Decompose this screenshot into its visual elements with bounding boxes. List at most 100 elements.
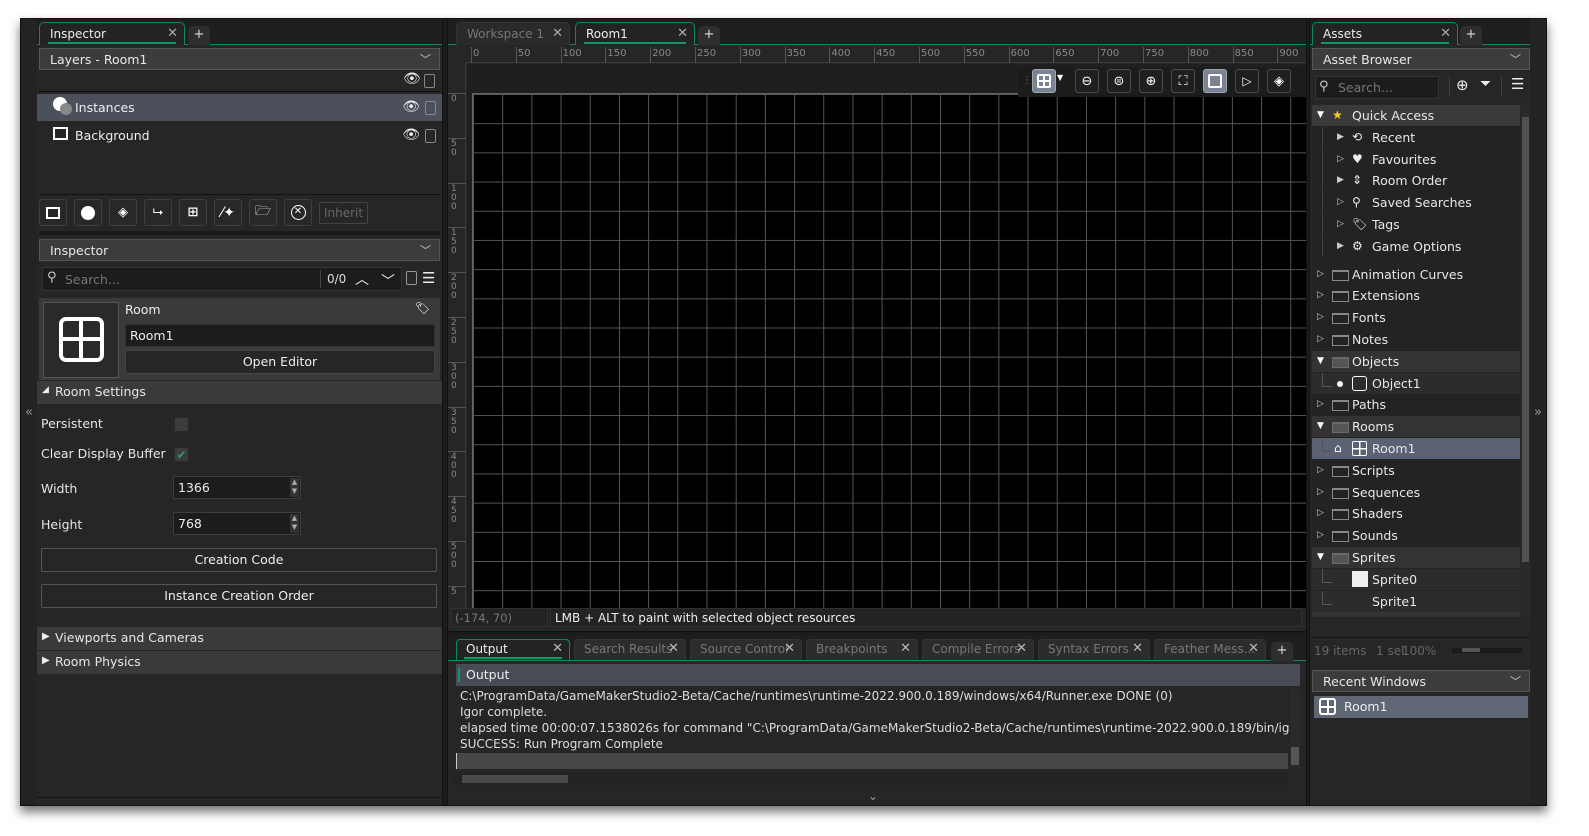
output-input-line[interactable] (456, 753, 1288, 769)
play-button[interactable]: ▷ (1235, 69, 1259, 93)
add-effect-layer-button[interactable]: ⁄✦ (214, 199, 242, 226)
grid-options-icon[interactable]: ▼ (1057, 73, 1063, 82)
tree-group[interactable]: ▷ Extensions (1312, 285, 1520, 306)
tag-icon[interactable]: 🏷 (415, 301, 430, 315)
tree-group[interactable]: ▷ Fonts (1312, 307, 1520, 328)
tree-group-quick-access[interactable]: ▼ ★ Quick Access (1312, 105, 1520, 126)
output-tab[interactable]: Syntax Errors ✕ (1038, 639, 1150, 660)
expand-arrow-icon[interactable]: ▷ (1317, 329, 1324, 350)
fit-view-button[interactable]: ⛶ (1171, 69, 1195, 93)
viewports-cameras-header[interactable]: ▶ Viewports and Cameras (37, 627, 442, 650)
output-tab[interactable]: Breakpoints ✕ (806, 639, 918, 660)
close-icon[interactable]: ✕ (784, 641, 795, 656)
close-icon[interactable]: ✕ (552, 641, 563, 656)
tab-room1[interactable]: Room1 ✕ (575, 22, 695, 45)
width-stepper[interactable]: ▲ ▼ (290, 478, 299, 497)
expand-arrow-icon[interactable]: ▼ (1317, 416, 1324, 437)
grid-toggle-button[interactable] (1032, 69, 1056, 93)
zoom-out-button[interactable]: ⊖ (1075, 69, 1099, 93)
inspector-search-input[interactable] (65, 270, 315, 288)
tree-group[interactable]: ▷ Notes (1312, 329, 1520, 350)
expand-arrow-icon[interactable]: ▷ (1317, 482, 1324, 503)
tree-item-asset[interactable]: Sprite1 (1312, 590, 1520, 612)
tree-item-quick-access[interactable]: ▷ ⚲ Saved Searches (1312, 192, 1520, 214)
room-name-input[interactable] (125, 324, 435, 347)
layers-button[interactable]: ◈ (1267, 69, 1291, 93)
menu-icon[interactable]: ☰ (422, 269, 435, 287)
tree-group[interactable]: ▼ Sprites (1312, 547, 1520, 568)
tree-group[interactable]: ▷ Scripts (1312, 460, 1520, 481)
tree-item-quick-access[interactable]: ▶ ⇕ Room Order (1312, 170, 1520, 192)
eye-icon[interactable]: 👁 (402, 122, 420, 149)
inspector-dropdown[interactable]: Inspector ﹀ (39, 239, 440, 261)
expand-arrow-icon[interactable]: ▼ (1317, 612, 1324, 617)
output-tab[interactable]: Output ✕ (456, 639, 570, 660)
previous-match-icon[interactable]: ︿ (355, 269, 369, 289)
tree-item-asset[interactable]: Sprite0 (1312, 568, 1520, 590)
inherit-button[interactable]: Inherit (319, 202, 368, 224)
eye-icon[interactable]: 👁 (402, 94, 420, 121)
lock-icon[interactable] (424, 74, 435, 88)
filter-icon[interactable]: ⏷ (1480, 76, 1491, 92)
lock-icon[interactable] (406, 271, 417, 285)
expand-arrow-icon[interactable]: ▷ (1317, 460, 1324, 481)
tree-item-asset[interactable]: ⌂ Room1 (1312, 438, 1520, 459)
asset-search-input[interactable] (1338, 79, 1436, 96)
eye-icon[interactable]: 👁 (403, 71, 421, 87)
output-tab[interactable]: Feather Mess... ✕ (1154, 639, 1266, 660)
collapse-left-panel-button[interactable]: « (21, 19, 37, 805)
creation-code-button[interactable]: Creation Code (41, 548, 437, 572)
add-tab-button[interactable]: + (1271, 642, 1293, 661)
tree-item-quick-access[interactable]: ▶ ⚙ Game Options (1312, 235, 1520, 257)
delete-layer-button[interactable]: ✕ (284, 199, 312, 226)
expand-arrow-icon[interactable]: ▷ (1317, 503, 1324, 524)
room-physics-header[interactable]: ▶ Room Physics (37, 651, 442, 674)
tab-workspace-1[interactable]: Workspace 1 ✕ (456, 22, 570, 45)
tree-group[interactable]: ▼ Tile Sets (1312, 612, 1520, 617)
toolbar-grip-icon[interactable]: ⋮ (1022, 75, 1032, 86)
expand-arrow-icon[interactable]: ▷ (1317, 394, 1324, 415)
expand-arrow-icon[interactable]: ▼ (1317, 547, 1324, 568)
tree-item-asset[interactable]: Object1 (1312, 372, 1520, 394)
expand-arrow-icon[interactable]: ▼ (1317, 105, 1324, 126)
room-bounds-button[interactable] (1203, 69, 1227, 93)
tree-group[interactable]: ▷ Sounds (1312, 525, 1520, 546)
clear-display-buffer-checkbox[interactable]: ✔ (174, 447, 189, 462)
close-icon[interactable]: ✕ (900, 641, 911, 656)
lock-icon[interactable] (425, 101, 436, 115)
recent-window-room1[interactable]: Room1 (1314, 696, 1528, 718)
close-icon[interactable]: ✕ (1440, 26, 1451, 41)
expand-arrow-icon[interactable]: ▷ (1317, 307, 1324, 328)
add-tab-button[interactable]: + (698, 26, 720, 45)
height-stepper[interactable]: ▲ ▼ (290, 514, 299, 533)
output-tab[interactable]: Compile Errors ✕ (922, 639, 1034, 660)
expand-arrow-icon[interactable]: ▼ (1317, 351, 1324, 372)
output-log[interactable]: C:\ProgramData/GameMakerStudio2-Beta/Cac… (452, 687, 1300, 789)
expand-arrow-icon[interactable]: ▷ (1317, 525, 1324, 546)
next-match-icon[interactable]: ﹀ (381, 271, 395, 291)
add-tab-button[interactable]: + (188, 26, 210, 45)
asset-tree-scrollbar[interactable] (1521, 105, 1530, 617)
add-tab-button[interactable]: + (1460, 26, 1482, 45)
expand-arrow-outline-icon[interactable]: ▷ (1337, 192, 1344, 213)
room-grid[interactable] (472, 93, 1306, 608)
tree-group[interactable]: ▷ Paths (1312, 394, 1520, 415)
zoom-slider[interactable] (1452, 648, 1522, 653)
close-icon[interactable]: ✕ (552, 26, 563, 41)
tree-item-quick-access[interactable]: ▷ ♥ Favourites (1312, 148, 1520, 170)
persistent-checkbox[interactable] (174, 417, 189, 432)
layer-row-background[interactable]: Background 👁 (37, 122, 442, 149)
instance-creation-order-button[interactable]: Instance Creation Order (41, 584, 437, 608)
tree-group[interactable]: ▼ Objects (1312, 350, 1520, 372)
zoom-reset-button[interactable]: ⊜ (1107, 69, 1131, 93)
close-icon[interactable]: ✕ (1016, 641, 1027, 656)
room-canvas-area[interactable] (467, 64, 1306, 608)
scrollbar-thumb[interactable] (462, 775, 568, 783)
add-path-layer-button[interactable]: ⮡ (144, 199, 172, 226)
expand-arrow-icon[interactable]: ▶ (1337, 127, 1344, 148)
tree-item-quick-access[interactable]: ▶ ⟲ Recent (1312, 126, 1520, 148)
width-field[interactable]: 1366 ▲ ▼ (173, 476, 301, 499)
close-icon[interactable]: ✕ (677, 26, 688, 41)
close-icon[interactable]: ✕ (1132, 641, 1143, 656)
zoom-in-button[interactable]: ⊕ (1139, 69, 1163, 93)
